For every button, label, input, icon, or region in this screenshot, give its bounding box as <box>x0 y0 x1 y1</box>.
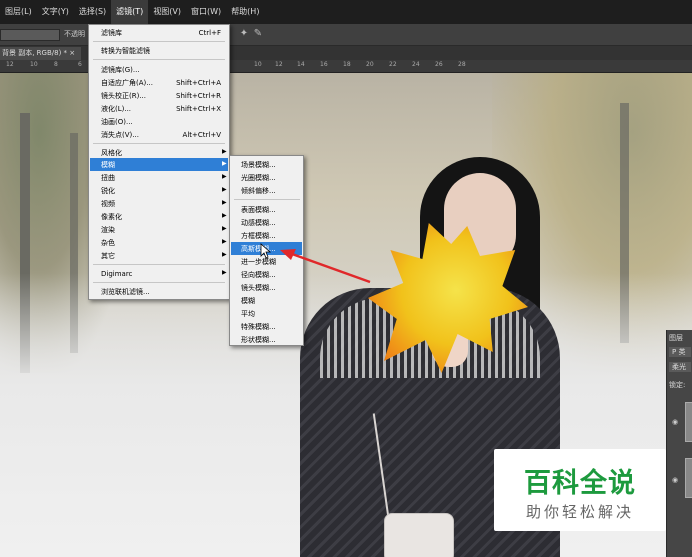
ruler-tick: 20 <box>366 61 374 68</box>
ruler-tick: 10 <box>30 61 38 68</box>
close-icon[interactable]: × <box>69 49 75 57</box>
menu-item-oil-paint[interactable]: 油画(O)... <box>101 116 221 128</box>
submenu-arrow-icon: ▶ <box>222 186 227 193</box>
menu-item-field-blur[interactable]: 场景模糊... <box>241 159 301 171</box>
menu-item-average[interactable]: 平均 <box>241 308 301 320</box>
menu-item-digimarc[interactable]: Digimarc <box>101 268 221 280</box>
menu-view[interactable]: 视图(V) <box>148 0 186 24</box>
menu-item-other[interactable]: 其它 <box>101 250 221 262</box>
eye-icon[interactable]: ◉ <box>672 476 678 484</box>
pressure-icon[interactable]: ✎ <box>252 28 264 40</box>
menu-item-adaptive-wide-angle[interactable]: 自适应广角(A)... Shift+Ctrl+A <box>101 77 221 89</box>
ruler-tick: 14 <box>297 61 305 68</box>
ruler-tick: 26 <box>435 61 443 68</box>
menu-separator <box>234 199 300 200</box>
layers-tab[interactable]: 图层 <box>669 333 683 343</box>
ruler-tick: 24 <box>412 61 420 68</box>
handbag <box>384 513 454 557</box>
submenu-arrow-icon: ▶ <box>222 251 227 258</box>
submenu-arrow-icon: ▶ <box>222 269 227 276</box>
ruler-tick: 12 <box>6 61 14 68</box>
menu-item-render[interactable]: 渲染 <box>101 224 221 236</box>
submenu-arrow-icon: ▶ <box>222 225 227 232</box>
menu-item-surface-blur[interactable]: 表面模糊... <box>241 204 301 216</box>
menu-item-browse-online-filters[interactable]: 浏览联机滤镜... <box>101 286 221 298</box>
ruler-tick: 6 <box>78 61 82 68</box>
layer-thumbnail[interactable] <box>685 458 692 498</box>
menu-item-shape-blur[interactable]: 形状模糊... <box>241 334 301 346</box>
ruler-tick: 8 <box>54 61 58 68</box>
menu-separator <box>93 282 225 283</box>
ruler-tick: 22 <box>389 61 397 68</box>
watermark-logo: 百科全说 助你轻松解决 <box>494 449 666 531</box>
menu-item-gaussian-blur[interactable]: 高斯模糊... <box>241 243 301 255</box>
layer-filter-box[interactable]: P 类 <box>669 347 691 357</box>
menu-item-box-blur[interactable]: 方框模糊... <box>241 230 301 242</box>
blur-submenu: 场景模糊... 光圈模糊... 倾斜偏移... 表面模糊... 动感模糊... … <box>229 155 304 346</box>
menu-item-tilt-shift[interactable]: 倾斜偏移... <box>241 185 301 197</box>
submenu-arrow-icon: ▶ <box>222 238 227 245</box>
submenu-arrow-icon: ▶ <box>222 199 227 206</box>
menu-item-blur[interactable]: 模糊 <box>241 295 301 307</box>
watermark-subtitle: 助你轻松解决 <box>525 503 634 521</box>
filter-menu: 滤镜库 Ctrl+F 转换为智能滤镜 滤镜库(G)... 自适应广角(A)... S… <box>88 24 230 300</box>
menu-layer[interactable]: 图层(L) <box>0 0 37 24</box>
ruler-tick: 18 <box>343 61 351 68</box>
menu-select[interactable]: 选择(S) <box>74 0 111 24</box>
menu-item-distort[interactable]: 扭曲 <box>101 172 221 184</box>
blend-mode-dropdown[interactable]: 柔光 <box>669 362 691 372</box>
ruler-tick: 28 <box>458 61 466 68</box>
menu-item-liquify[interactable]: 液化(L)... Shift+Ctrl+X <box>101 103 221 115</box>
menu-item-stylize[interactable]: 风格化 <box>101 147 221 159</box>
ruler-tick: 16 <box>320 61 328 68</box>
layer-thumbnail[interactable] <box>685 402 692 442</box>
menu-item-blur[interactable]: 模糊 <box>101 159 221 171</box>
menu-separator <box>93 41 225 42</box>
menu-item-filter-gallery-last[interactable]: 滤镜库 Ctrl+F <box>101 27 221 39</box>
menu-item-blur-more[interactable]: 进一步模糊 <box>241 256 301 268</box>
submenu-arrow-icon: ▶ <box>222 212 227 219</box>
blend-mode-select[interactable] <box>0 29 60 41</box>
watermark-title: 百科全说 <box>524 468 636 499</box>
menu-item-radial-blur[interactable]: 径向模糊... <box>241 269 301 281</box>
lock-label: 锁定: <box>669 381 686 389</box>
menu-separator <box>93 59 225 60</box>
eye-icon[interactable]: ◉ <box>672 418 678 426</box>
menu-item-filter-gallery[interactable]: 滤镜库(G)... <box>101 64 221 76</box>
menu-item-noise[interactable]: 杂色 <box>101 237 221 249</box>
menu-type[interactable]: 文字(Y) <box>37 0 74 24</box>
ruler-tick: 12 <box>275 61 283 68</box>
submenu-arrow-icon: ▶ <box>222 148 227 155</box>
menu-separator <box>93 264 225 265</box>
layers-panel: 图层 P 类 柔光 锁定: ◉ ◉ <box>666 330 692 557</box>
menu-item-smart-blur[interactable]: 特殊模糊... <box>241 321 301 333</box>
menu-item-convert-smart-filter[interactable]: 转换为智能滤镜 <box>101 45 221 57</box>
menu-help[interactable]: 帮助(H) <box>226 0 264 24</box>
menu-bar: 图层(L) 文字(Y) 选择(S) 滤镜(T) 视图(V) 窗口(W) 帮助(H… <box>0 0 692 24</box>
document-tab-title: 背景 副本, RGB/8) * <box>2 49 68 57</box>
menu-item-sharpen[interactable]: 锐化 <box>101 185 221 197</box>
menu-item-iris-blur[interactable]: 光圈模糊... <box>241 172 301 184</box>
submenu-arrow-icon: ▶ <box>222 173 227 180</box>
menu-item-vanishing-point[interactable]: 消失点(V)... Alt+Ctrl+V <box>101 129 221 141</box>
ruler-tick: 10 <box>254 61 262 68</box>
submenu-arrow-icon: ▶ <box>222 160 227 167</box>
menu-separator <box>93 143 225 144</box>
menu-filter[interactable]: 滤镜(T) <box>111 0 149 24</box>
menu-item-motion-blur[interactable]: 动感模糊... <box>241 217 301 229</box>
menu-item-pixelate[interactable]: 像素化 <box>101 211 221 223</box>
menu-window[interactable]: 窗口(W) <box>186 0 226 24</box>
airbrush-icon[interactable]: ✦ <box>238 28 250 40</box>
menu-item-lens-blur[interactable]: 镜头模糊... <box>241 282 301 294</box>
menu-item-lens-correction[interactable]: 镜头校正(R)... Shift+Ctrl+R <box>101 90 221 102</box>
menu-item-video[interactable]: 视频 <box>101 198 221 210</box>
opacity-label: 不透明 <box>64 30 85 38</box>
document-tab[interactable]: 背景 副本, RGB/8) * × <box>0 47 82 60</box>
